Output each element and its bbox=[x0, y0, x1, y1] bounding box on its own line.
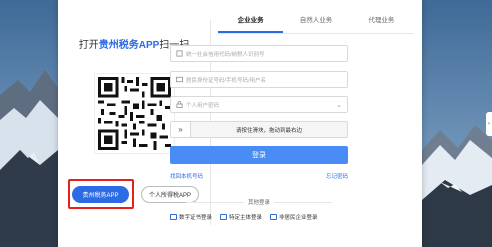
retrieve-phone-link[interactable]: 找回本机号码 bbox=[170, 172, 203, 180]
slider-instruction: 请按住滑块，拖动到最右边 bbox=[235, 127, 302, 134]
chevron-left-icon: ‹ bbox=[488, 121, 490, 127]
tab-agent[interactable]: 代理业务 bbox=[349, 10, 414, 33]
id-phone-input[interactable]: 居民身份证号码/手机号码/用户名 bbox=[170, 71, 348, 88]
specific-entity-label: 特定主体登录 bbox=[229, 215, 263, 221]
non-resident-login[interactable]: 非居民企业登录 bbox=[270, 213, 318, 221]
chevron-down-icon[interactable]: ⌄ bbox=[336, 101, 342, 109]
password-input[interactable]: 个人用户密码 ⌄ bbox=[170, 96, 348, 113]
specific-entity-login[interactable]: 特定主体登录 bbox=[220, 213, 262, 221]
credit-code-input[interactable]: 统一社会信用代码/纳税人识别号 bbox=[170, 45, 348, 62]
id-phone-placeholder: 居民身份证号码/手机号码/用户名 bbox=[186, 77, 267, 84]
captcha-slider[interactable]: » 请按住滑块，拖动到最右边 bbox=[170, 121, 348, 138]
scan-prefix: 打开 bbox=[78, 40, 99, 51]
qr-code bbox=[94, 73, 175, 154]
tab-natural-person[interactable]: 自然人业务 bbox=[283, 10, 348, 33]
non-resident-label: 非居民企业登录 bbox=[279, 215, 318, 221]
password-placeholder: 个人用户密码 bbox=[186, 102, 220, 109]
certificate-icon bbox=[170, 214, 177, 220]
login-button[interactable]: 登录 bbox=[170, 146, 348, 164]
scan-brand: 贵州税务APP bbox=[98, 40, 160, 51]
entity-icon bbox=[220, 214, 228, 220]
slider-handle[interactable]: » bbox=[171, 122, 191, 137]
divider-line bbox=[185, 201, 244, 203]
tab-enterprise[interactable]: 企业业务 bbox=[218, 10, 284, 33]
forgot-password-link[interactable]: 忘记密码 bbox=[326, 172, 348, 180]
guizhou-tax-app-button[interactable]: 贵州税务APP bbox=[72, 186, 129, 203]
credit-code-placeholder: 统一社会信用代码/纳税人识别号 bbox=[186, 51, 265, 58]
divider-line bbox=[274, 201, 332, 203]
other-login-options: 数字证书登录 特定主体登录 非居民企业登录 bbox=[170, 212, 360, 222]
id-card-icon bbox=[176, 76, 183, 83]
side-expand-tab[interactable]: ‹ bbox=[486, 112, 492, 136]
other-login-title: 其他登录 bbox=[247, 200, 270, 206]
login-tabs: 企业业务 自然人业务 代理业务 bbox=[218, 10, 414, 34]
other-login-heading: 其他登录 bbox=[170, 198, 348, 206]
building-icon bbox=[176, 50, 183, 57]
non-resident-icon bbox=[270, 214, 278, 220]
digital-cert-login[interactable]: 数字证书登录 bbox=[170, 213, 212, 221]
lock-icon bbox=[176, 101, 183, 108]
digital-cert-label: 数字证书登录 bbox=[179, 215, 213, 221]
